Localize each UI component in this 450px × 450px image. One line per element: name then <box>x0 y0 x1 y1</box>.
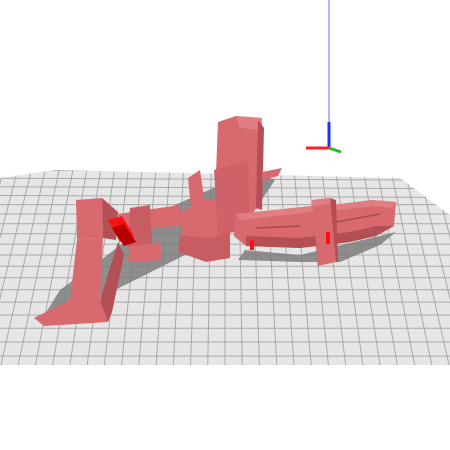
bar-red-highlight-left <box>250 240 254 250</box>
scene-canvas[interactable] <box>0 0 450 450</box>
y-axis-handle <box>328 146 342 154</box>
tall-leg-front <box>76 198 103 240</box>
3d-viewport[interactable] <box>0 0 450 450</box>
xyz-axis-gizmo-icon <box>306 0 342 154</box>
bar-red-highlight-right <box>326 232 330 244</box>
